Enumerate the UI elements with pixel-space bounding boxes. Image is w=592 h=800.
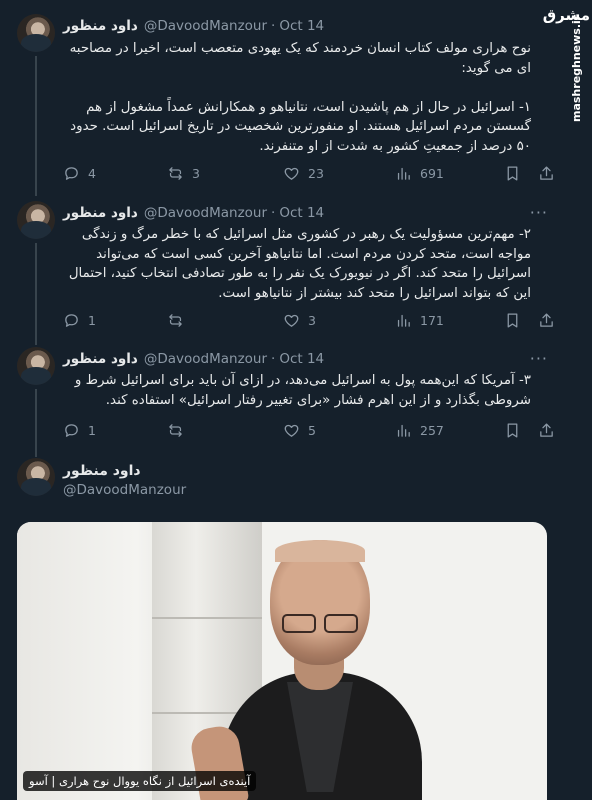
tweet-actions: 1 5 257 — [63, 420, 553, 440]
reply-button[interactable]: 4 — [63, 163, 96, 183]
retweet-button[interactable] — [167, 310, 192, 330]
tweet-1[interactable]: داود منظور @DavoodManzour · Oct 14 نوح ه… — [0, 0, 592, 196]
reply-icon — [65, 423, 78, 437]
bookmark-button[interactable] — [504, 420, 529, 440]
views-button[interactable]: 691 — [395, 163, 444, 183]
views-icon — [397, 424, 410, 437]
reply-button[interactable]: 1 — [63, 310, 96, 330]
views-button[interactable]: 171 — [395, 310, 444, 330]
bookmark-button[interactable] — [504, 163, 529, 183]
like-count: 23 — [308, 165, 324, 181]
tweet-2[interactable]: داود منظور @DavoodManzour · Oct 14 ··· ۲… — [0, 195, 592, 345]
like-button[interactable]: 5 — [283, 420, 316, 440]
thread-line — [35, 243, 37, 345]
avatar[interactable] — [17, 347, 55, 385]
tweet-date[interactable]: Oct 14 — [279, 205, 324, 221]
share-icon — [540, 165, 553, 180]
retweet-button[interactable]: 3 — [167, 163, 200, 183]
bookmark-icon — [507, 312, 518, 328]
more-options-button[interactable]: ··· — [530, 203, 548, 222]
tweet-photo[interactable] — [17, 522, 547, 800]
author-name[interactable]: داود منظور — [63, 205, 138, 221]
glasses — [282, 614, 358, 633]
more-options-button[interactable]: ··· — [530, 349, 548, 368]
author-name[interactable]: داود منظور — [63, 18, 138, 34]
thread-line — [35, 389, 37, 457]
tweet-3[interactable]: داود منظور @DavoodManzour · Oct 14 ··· ۳… — [0, 341, 592, 457]
reply-icon — [65, 313, 78, 327]
more-icon: ··· — [529, 349, 548, 368]
views-count: 691 — [420, 165, 444, 181]
share-button[interactable] — [538, 163, 563, 183]
share-icon — [540, 422, 553, 437]
reply-count: 1 — [88, 312, 96, 328]
reply-count: 4 — [88, 165, 96, 181]
author-handle[interactable]: @DavoodManzour — [144, 351, 267, 367]
retweet-icon — [169, 166, 182, 180]
views-count: 171 — [420, 312, 444, 328]
tweet-actions: 4 3 23 691 — [63, 163, 553, 183]
more-icon: ··· — [529, 203, 548, 222]
author-name[interactable]: داود منظور — [63, 463, 141, 479]
like-count: 3 — [308, 312, 316, 328]
separator-dot: · — [271, 205, 276, 221]
avatar[interactable] — [17, 14, 55, 52]
bookmark-icon — [507, 422, 518, 438]
share-icon — [540, 312, 553, 327]
tweet-actions: 1 3 171 — [63, 310, 553, 330]
avatar[interactable] — [17, 458, 55, 496]
like-icon — [284, 424, 299, 437]
person-hair — [275, 540, 365, 562]
pillar-joint — [152, 617, 262, 619]
like-button[interactable]: 23 — [283, 163, 324, 183]
tweet-text: ۲- مهم‌ترین مسؤولیت یک رهبر در کشوری مثل… — [68, 227, 531, 301]
author-handle[interactable]: @DavoodManzour — [144, 18, 267, 34]
reply-count: 1 — [88, 422, 96, 438]
author-name[interactable]: داود منظور — [63, 351, 138, 367]
retweet-button[interactable] — [167, 420, 192, 440]
bookmark-icon — [507, 165, 518, 181]
thread-line — [35, 56, 37, 196]
views-icon — [397, 167, 410, 180]
separator-dot: · — [271, 351, 276, 367]
reply-icon — [65, 166, 78, 180]
like-count: 5 — [308, 422, 316, 438]
share-button[interactable] — [538, 420, 563, 440]
author-handle[interactable]: @DavoodManzour — [144, 205, 267, 221]
views-icon — [397, 314, 410, 327]
tweet-header: داود منظور @DavoodManzour · Oct 14 — [63, 203, 324, 223]
like-icon — [284, 167, 299, 180]
photo-caption: آینده‌ی اسرائیل از نگاه یووال نوح هراری … — [23, 771, 257, 791]
bookmark-button[interactable] — [504, 310, 529, 330]
tweet-text: ۳- آمریکا که این‌همه پول به اسرائیل می‌د… — [74, 373, 531, 408]
like-icon — [284, 314, 299, 327]
retweet-icon — [169, 423, 182, 437]
share-button[interactable] — [538, 310, 563, 330]
author-handle[interactable]: @DavoodManzour — [63, 482, 186, 498]
reply-button[interactable]: 1 — [63, 420, 96, 440]
like-button[interactable]: 3 — [283, 310, 316, 330]
retweet-count: 3 — [192, 165, 200, 181]
avatar[interactable] — [17, 201, 55, 239]
tweet-date[interactable]: Oct 14 — [279, 351, 324, 367]
retweet-icon — [169, 313, 182, 327]
views-count: 257 — [420, 422, 444, 438]
tweet-date[interactable]: Oct 14 — [279, 18, 324, 34]
tweet-header: داود منظور @DavoodManzour · Oct 14 — [63, 349, 324, 369]
tweet-header: داود منظور @DavoodManzour · Oct 14 — [63, 16, 324, 36]
separator-dot: · — [271, 18, 276, 34]
views-button[interactable]: 257 — [395, 420, 444, 440]
tweet-text: نوح هراری مولف کتاب انسان خردمند که یک ی… — [69, 41, 531, 154]
